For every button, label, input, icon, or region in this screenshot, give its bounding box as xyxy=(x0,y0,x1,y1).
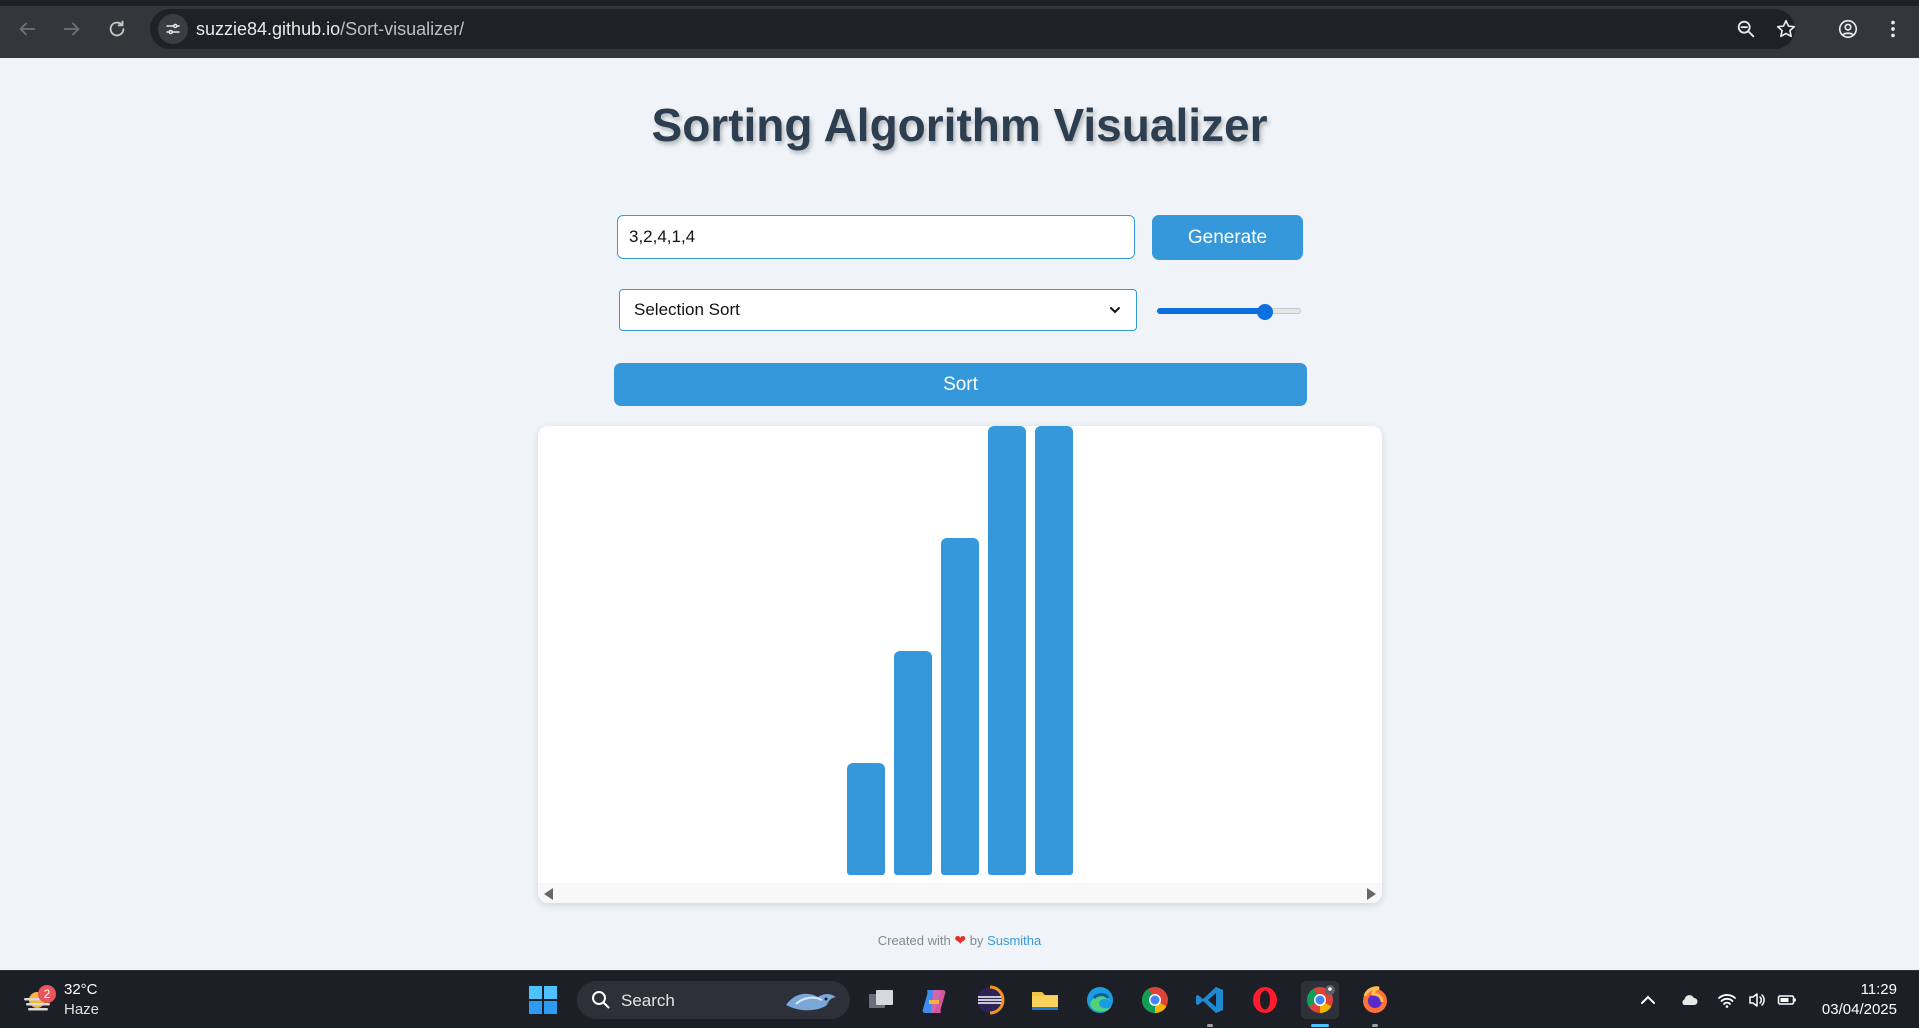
arrow-left-icon xyxy=(19,22,36,36)
active-indicator xyxy=(1311,1024,1329,1027)
notification-badge: 2 xyxy=(38,985,56,1003)
more-vert-icon xyxy=(1891,20,1895,38)
account-icon xyxy=(1838,19,1858,39)
vscode-app[interactable] xyxy=(1191,981,1229,1027)
sort-button[interactable]: Sort xyxy=(614,363,1307,406)
page-content: Sorting Algorithm Visualizer Generate Se… xyxy=(0,58,1919,970)
author-link[interactable]: Susmitha xyxy=(987,933,1041,948)
site-info-button[interactable] xyxy=(158,14,188,44)
firefox-app[interactable] xyxy=(1356,981,1394,1027)
array-bar xyxy=(847,762,885,875)
footer: Created with ❤ by Susmitha xyxy=(0,932,1919,949)
array-bar xyxy=(941,538,979,875)
clock-date: 03/04/2025 xyxy=(1821,1001,1897,1018)
copilot-icon xyxy=(922,990,946,1013)
arrow-right-icon xyxy=(63,22,80,36)
footer-by: by xyxy=(969,933,984,948)
chevron-down-icon xyxy=(1110,307,1120,314)
show-hidden-icons-button[interactable] xyxy=(1638,990,1658,1010)
url-text: suzzie84.github.io/Sort-visualizer/ xyxy=(196,19,464,40)
chrome-icon xyxy=(1306,985,1335,1014)
slider-fill xyxy=(1157,308,1265,314)
onedrive-button[interactable] xyxy=(1679,990,1699,1010)
slider-thumb[interactable] xyxy=(1257,304,1273,320)
weather-condition: Haze xyxy=(64,1001,100,1018)
opera-app[interactable] xyxy=(1246,981,1284,1019)
wifi-icon xyxy=(1718,994,1736,1008)
running-indicator xyxy=(1372,1024,1378,1027)
horizontal-scrollbar[interactable] xyxy=(538,883,1382,903)
running-indicator xyxy=(1207,1024,1213,1027)
tune-icon xyxy=(166,23,180,35)
chrome-app[interactable] xyxy=(1136,981,1174,1019)
eclipse-icon xyxy=(977,985,1005,1015)
edge-app[interactable] xyxy=(1081,981,1119,1019)
tab-strip xyxy=(0,0,1919,6)
file-explorer-app[interactable] xyxy=(1026,981,1064,1019)
browser-toolbar: suzzie84.github.io/Sort-visualizer/ xyxy=(0,0,1919,58)
algorithm-select-value: Selection Sort xyxy=(634,300,740,319)
array-input[interactable] xyxy=(617,215,1135,259)
windows-logo-icon xyxy=(529,986,557,1014)
task-view-icon xyxy=(869,990,893,1008)
taskbar-search[interactable]: Search xyxy=(577,981,850,1019)
folder-icon xyxy=(1032,992,1058,1010)
chrome-profile-app[interactable] xyxy=(1301,981,1339,1027)
firefox-icon xyxy=(1363,986,1387,1013)
url-host: suzzie84.github.io xyxy=(196,19,341,39)
profile-button[interactable] xyxy=(1831,12,1865,46)
taskbar: 2 32°C Haze Search 11:29 03/04/2025 xyxy=(0,970,1919,1028)
search-icon xyxy=(592,991,610,1009)
opera-icon xyxy=(1253,987,1277,1013)
chrome-icon xyxy=(1141,987,1168,1014)
back-button[interactable] xyxy=(10,12,44,46)
copilot-app[interactable] xyxy=(916,981,954,1019)
visualizer-container xyxy=(538,426,1382,903)
star-icon xyxy=(1776,19,1796,38)
speaker-icon xyxy=(1749,993,1765,1007)
scroll-right-arrow[interactable] xyxy=(1367,888,1376,900)
task-view-button[interactable] xyxy=(862,981,900,1019)
forward-button[interactable] xyxy=(55,12,89,46)
battery-icon xyxy=(1777,995,1796,1005)
heart-icon: ❤ xyxy=(954,932,967,948)
zoom-button[interactable] xyxy=(1734,17,1758,41)
speed-slider[interactable] xyxy=(1157,304,1301,320)
search-label: Search xyxy=(621,991,675,1010)
vscode-icon xyxy=(1196,987,1223,1013)
chevron-up-icon xyxy=(1641,995,1655,1004)
array-bar xyxy=(894,650,932,875)
footer-created-with: Created with xyxy=(877,933,951,948)
edge-icon xyxy=(1087,987,1113,1013)
bookmark-button[interactable] xyxy=(1774,17,1798,41)
reload-icon xyxy=(109,20,125,37)
address-bar[interactable]: suzzie84.github.io/Sort-visualizer/ xyxy=(150,9,1798,49)
battery-button[interactable] xyxy=(1777,990,1797,1010)
url-path: /Sort-visualizer/ xyxy=(340,19,465,39)
menu-button[interactable] xyxy=(1876,12,1910,46)
volume-button[interactable] xyxy=(1747,990,1767,1010)
weather-temperature: 32°C xyxy=(64,981,98,998)
network-button[interactable] xyxy=(1717,990,1737,1010)
algorithm-select[interactable]: Selection Sort xyxy=(619,289,1137,331)
taskbar-clock[interactable]: 11:29 03/04/2025 xyxy=(1822,980,1897,1020)
cloud-icon xyxy=(1682,995,1698,1005)
page-title: Sorting Algorithm Visualizer xyxy=(651,99,1268,151)
reload-button[interactable] xyxy=(100,12,134,46)
weather-widget[interactable]: 2 32°C Haze xyxy=(22,979,142,1021)
generate-button[interactable]: Generate xyxy=(1152,215,1303,260)
eclipse-app[interactable] xyxy=(971,981,1009,1019)
zoom-icon xyxy=(1737,20,1755,38)
start-button[interactable] xyxy=(524,981,562,1019)
array-bar xyxy=(988,426,1026,875)
scroll-left-arrow[interactable] xyxy=(544,888,553,900)
clock-time: 11:29 xyxy=(1860,981,1897,998)
dolphin-illustration-icon xyxy=(786,993,836,1011)
array-bar xyxy=(1035,426,1073,875)
bar-chart xyxy=(538,426,1382,875)
